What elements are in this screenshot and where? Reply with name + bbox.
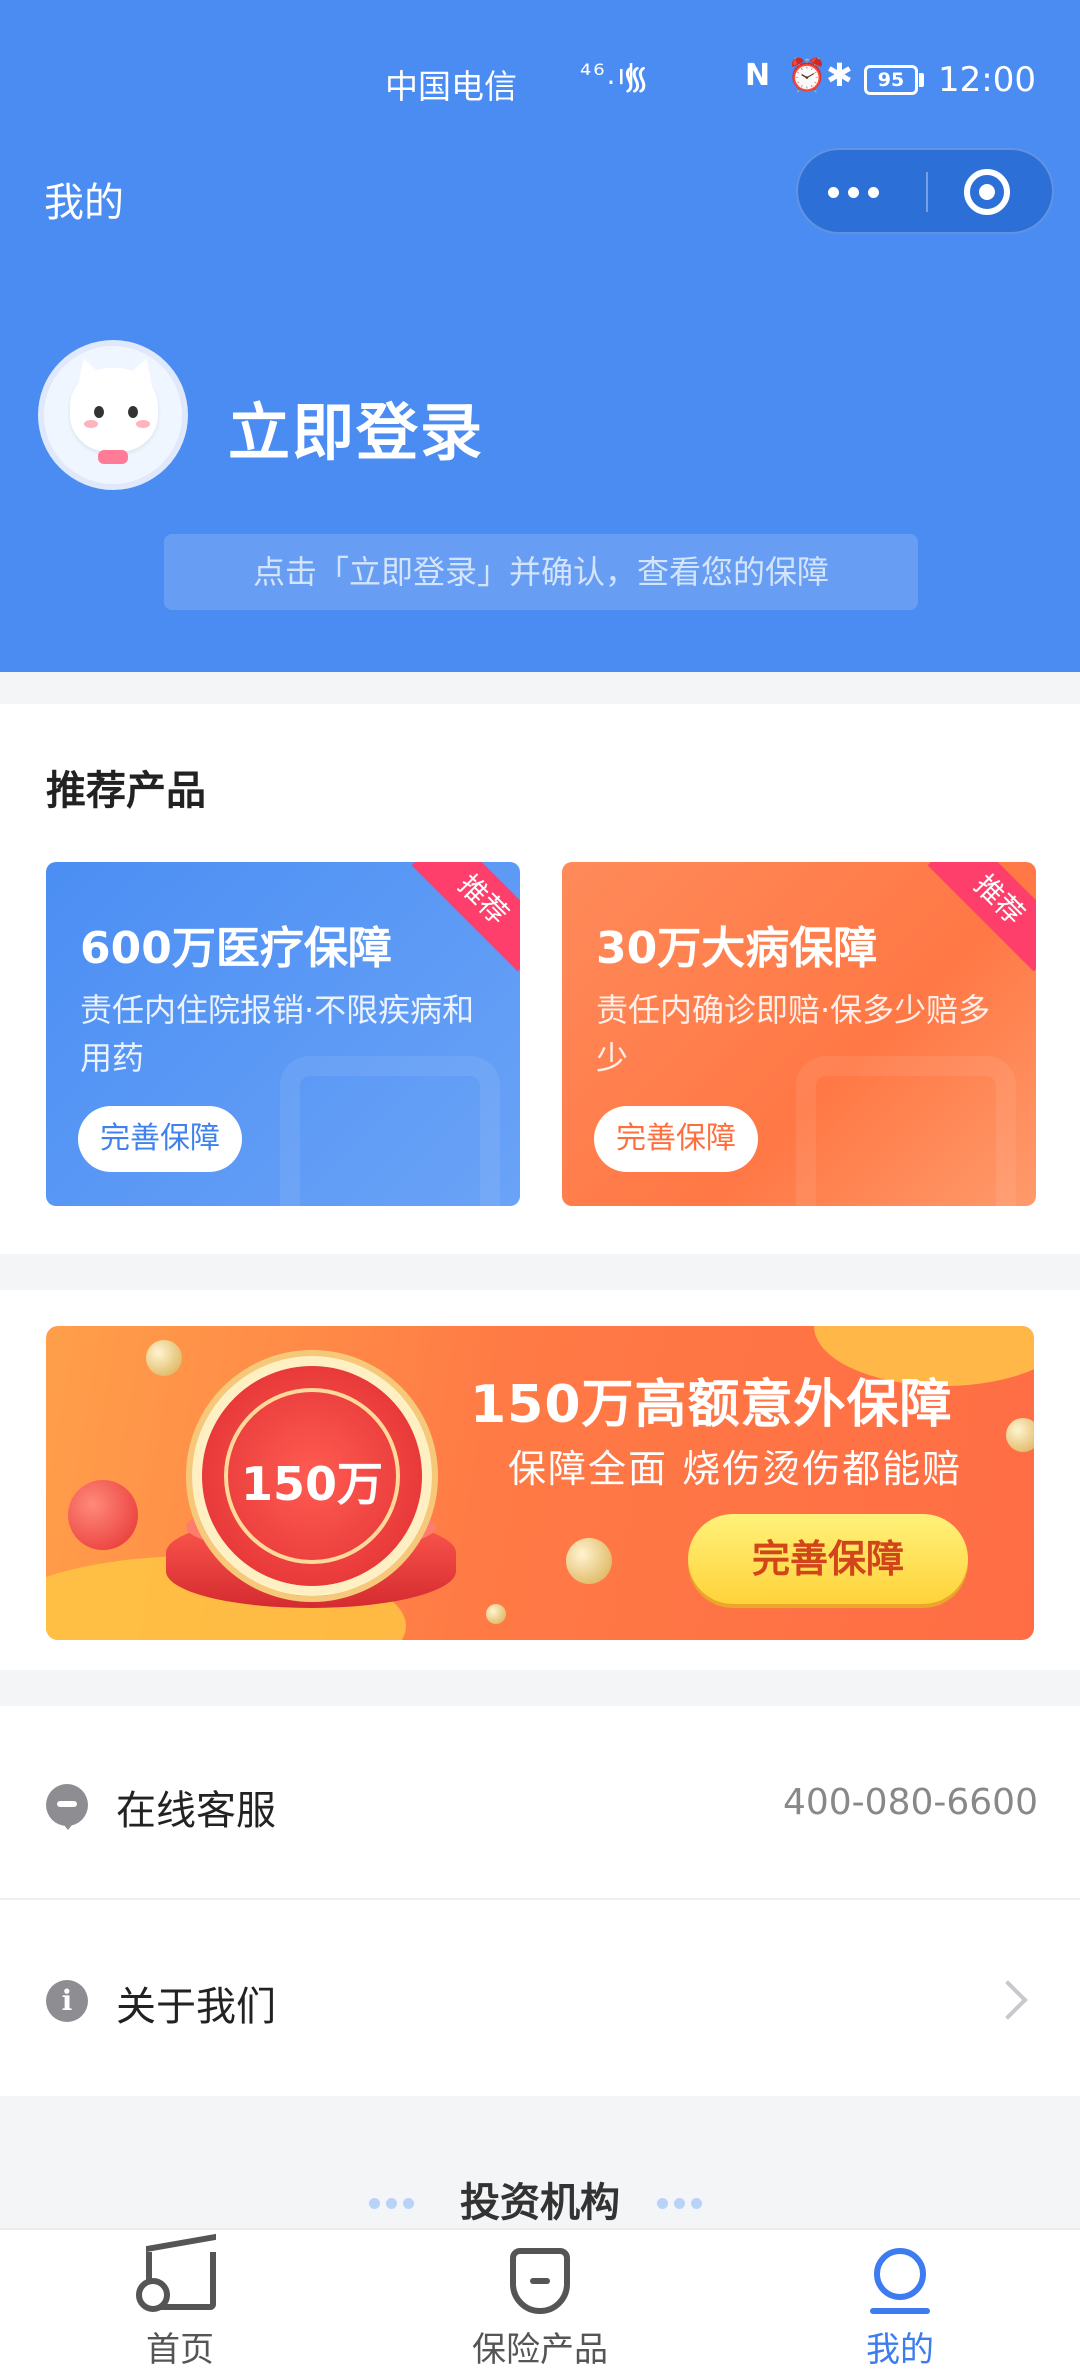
card-title: 30万大病保障 <box>596 923 878 974</box>
tab-label: 我的 <box>866 2330 934 2370</box>
chat-icon <box>46 1784 88 1830</box>
home-icon <box>136 2252 216 2312</box>
decor-dots <box>366 2194 417 2213</box>
miniprogram-capsule <box>796 148 1054 234</box>
decor-gold-ball <box>486 1604 506 1624</box>
tab-home[interactable]: 首页 <box>80 2230 280 2376</box>
tab-insurance-products[interactable]: 保险产品 <box>440 2230 640 2376</box>
decor-gold-ball <box>1006 1418 1034 1452</box>
shield-icon <box>510 2248 570 2314</box>
banner-subtitle: 保障全面 烧伤烫伤都能赔 <box>508 1447 963 1491</box>
status-bar: 中国电信 ⁴⁶.ıl ᯾ N ⏰ ✱ 95 12:00 <box>0 0 1080 160</box>
banner-complete-button[interactable]: 完善保障 <box>688 1514 968 1604</box>
wifi-icon: ᯾ <box>622 59 650 97</box>
login-button[interactable]: 立即登录 <box>228 382 484 472</box>
service-phone[interactable]: 400-080-6600 <box>783 1782 1038 1823</box>
person-icon <box>870 2248 930 2314</box>
banner-title: 150万高额意外保障 <box>470 1375 953 1435</box>
invest-section: 投资机构 <box>0 2170 1080 2228</box>
chevron-right-icon <box>988 1980 1028 2020</box>
list-item-about-us[interactable]: i 关于我们 <box>0 1902 1080 2096</box>
recommend-section: 推荐产品 推荐 600万医疗保障 责任内住院报销·不限疾病和用药 完善保障 推荐… <box>0 704 1080 1254</box>
decor-dots <box>654 2194 705 2213</box>
card-description: 责任内确诊即赔·保多少赔多少 <box>596 991 991 1077</box>
coin-graphic: 150万 <box>192 1356 432 1596</box>
list-item-label: 关于我们 <box>116 1984 276 2030</box>
carrier-text: 中国电信 <box>385 67 517 106</box>
complete-coverage-button[interactable]: 完善保障 <box>594 1106 758 1172</box>
section-title: 推荐产品 <box>46 768 206 814</box>
clock-time: 12:00 <box>938 60 1036 100</box>
battery-icon: 95 <box>864 65 918 95</box>
capsule-divider <box>926 172 928 212</box>
list-item-label: 在线客服 <box>116 1788 276 1834</box>
accident-insurance-banner[interactable]: 150万 150万高额意外保障 保障全面 烧伤烫伤都能赔 完善保障 <box>46 1326 1034 1640</box>
decor-gold-ball <box>566 1538 612 1584</box>
info-icon: i <box>46 1980 88 2022</box>
close-miniprogram-icon[interactable] <box>964 169 1010 215</box>
decor-ball <box>68 1480 138 1550</box>
bluetooth-icon: ✱ <box>826 56 853 94</box>
banner-section: 150万 150万高额意外保障 保障全面 烧伤烫伤都能赔 完善保障 <box>0 1290 1080 1670</box>
battery-nub <box>919 73 924 87</box>
list-item-online-service[interactable]: 在线客服 400-080-6600 <box>0 1706 1080 1900</box>
coin-amount: 150万 <box>240 1457 384 1511</box>
recommend-ribbon: 推荐 <box>411 862 520 972</box>
tab-bar: 首页 保险产品 我的 <box>0 2228 1080 2376</box>
decor-gold-ball <box>146 1340 182 1376</box>
header: 中国电信 ⁴⁶.ıl ᯾ N ⏰ ✱ 95 12:00 我的 立即登录 点击「立… <box>0 0 1080 672</box>
nfc-icon: N <box>745 58 771 93</box>
settings-list: 在线客服 400-080-6600 i 关于我们 <box>0 1706 1080 2096</box>
complete-coverage-button[interactable]: 完善保障 <box>78 1106 242 1172</box>
avatar[interactable] <box>38 340 188 490</box>
card-description: 责任内住院报销·不限疾病和用药 <box>80 991 475 1077</box>
alarm-icon: ⏰ <box>787 56 827 94</box>
login-hint: 点击「立即登录」并确认，查看您的保障 <box>164 534 918 610</box>
tab-label: 首页 <box>146 2330 214 2370</box>
invest-title: 投资机构 <box>460 2180 620 2226</box>
page-title: 我的 <box>44 180 124 226</box>
tab-me[interactable]: 我的 <box>800 2230 1000 2376</box>
more-options-icon[interactable] <box>828 150 918 232</box>
product-card-critical-illness[interactable]: 推荐 30万大病保障 责任内确诊即赔·保多少赔多少 完善保障 <box>562 862 1036 1206</box>
product-card-medical[interactable]: 推荐 600万医疗保障 责任内住院报销·不限疾病和用药 完善保障 <box>46 862 520 1206</box>
tab-label: 保险产品 <box>472 2330 608 2370</box>
card-title: 600万医疗保障 <box>80 923 392 974</box>
recommend-ribbon: 推荐 <box>927 862 1036 972</box>
